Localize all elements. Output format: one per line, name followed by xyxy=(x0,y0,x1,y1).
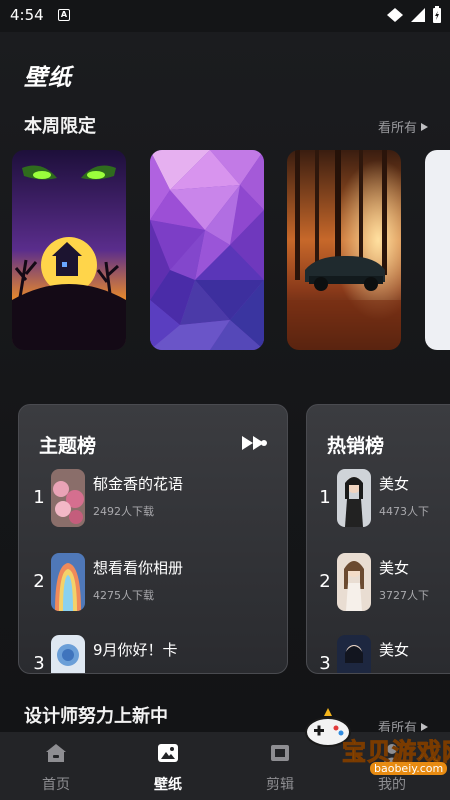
rank-number: 2 xyxy=(319,571,331,592)
watermark-overlay: 宝贝游戏网 baobeiy.com xyxy=(298,702,450,786)
theme-list-item[interactable]: 1 郁金香的花语 2492人下载 xyxy=(29,469,279,529)
themes-card-title: 主题榜 xyxy=(39,435,97,457)
rank-number: 1 xyxy=(319,487,331,508)
wallpaper-thumb-forest-car[interactable] xyxy=(287,150,401,350)
hot-name: 美女 xyxy=(379,559,410,577)
hot-thumbnail xyxy=(337,553,371,611)
wallpaper-icon xyxy=(158,744,178,762)
nav-label: 首页 xyxy=(42,777,70,793)
hot-thumbnail xyxy=(337,469,371,527)
cellular-icon xyxy=(411,8,425,22)
nav-tab-home[interactable]: 首页 xyxy=(16,742,96,794)
rank-number: 3 xyxy=(319,653,331,674)
arrow-right-icon xyxy=(421,122,428,131)
status-time: 4:54 xyxy=(10,6,44,24)
rank-number: 3 xyxy=(33,653,45,674)
theme-downloads: 4275人下载 xyxy=(93,589,154,602)
theme-thumbnail xyxy=(51,553,85,611)
hot-thumbnail xyxy=(337,635,371,673)
hot-list-item[interactable]: 1 美女 4473人下 xyxy=(315,469,450,529)
nav-tab-wallpaper[interactable]: 壁纸 xyxy=(128,742,208,794)
weekly-see-all-link[interactable]: 看所有 xyxy=(378,117,428,136)
nav-label: 壁纸 xyxy=(154,777,182,793)
wallpaper-thumb-lowpoly[interactable] xyxy=(150,150,264,350)
notification-icon: A xyxy=(58,9,70,21)
wallpaper-thumb-partial[interactable] xyxy=(425,150,450,350)
theme-downloads: 2492人下载 xyxy=(93,505,154,518)
home-icon xyxy=(46,744,66,762)
theme-thumbnail xyxy=(51,635,85,673)
theme-name: 郁金香的花语 xyxy=(93,475,184,493)
themes-ranking-card[interactable]: 主题榜 1 郁金香的花语 2492人下载 2 想看看你相册 4275人下载 3 … xyxy=(18,404,288,674)
wallpaper-thumb-halloween[interactable] xyxy=(12,150,126,350)
hot-card-title: 热销榜 xyxy=(327,435,385,457)
hot-downloads: 4473人下 xyxy=(379,505,429,518)
see-all-label: 看所有 xyxy=(377,121,417,136)
theme-list-item[interactable]: 3 9月你好！卡 xyxy=(29,635,279,674)
page-title: 壁纸 xyxy=(24,65,72,91)
hot-name: 美女 xyxy=(379,641,410,659)
hot-downloads: 3727人下 xyxy=(379,589,429,602)
watermark-url: baobeiy.com xyxy=(370,762,448,775)
theme-name: 9月你好！卡 xyxy=(93,641,178,659)
theme-list-item[interactable]: 2 想看看你相册 4275人下载 xyxy=(29,553,279,613)
status-bar: 4:54 A xyxy=(0,0,450,32)
hot-list-item[interactable]: 3 美女 xyxy=(315,635,450,674)
signal-diamond-icon xyxy=(387,8,403,22)
theme-thumbnail xyxy=(51,469,85,527)
hot-ranking-card[interactable]: 热销榜 1 美女 4473人下 2 美女 3727人下 3 美女 xyxy=(306,404,450,674)
weekly-section-title: 本周限定 xyxy=(24,116,96,137)
designers-section-title: 设计师努力上新中 xyxy=(24,706,168,727)
hot-list-item[interactable]: 2 美女 3727人下 xyxy=(315,553,450,613)
rank-number: 2 xyxy=(33,571,45,592)
edit-icon xyxy=(271,745,289,761)
play-more-icon[interactable] xyxy=(241,435,267,451)
battery-icon xyxy=(433,6,441,23)
theme-name: 想看看你相册 xyxy=(93,559,184,577)
rank-number: 1 xyxy=(33,487,45,508)
hot-name: 美女 xyxy=(379,475,410,493)
